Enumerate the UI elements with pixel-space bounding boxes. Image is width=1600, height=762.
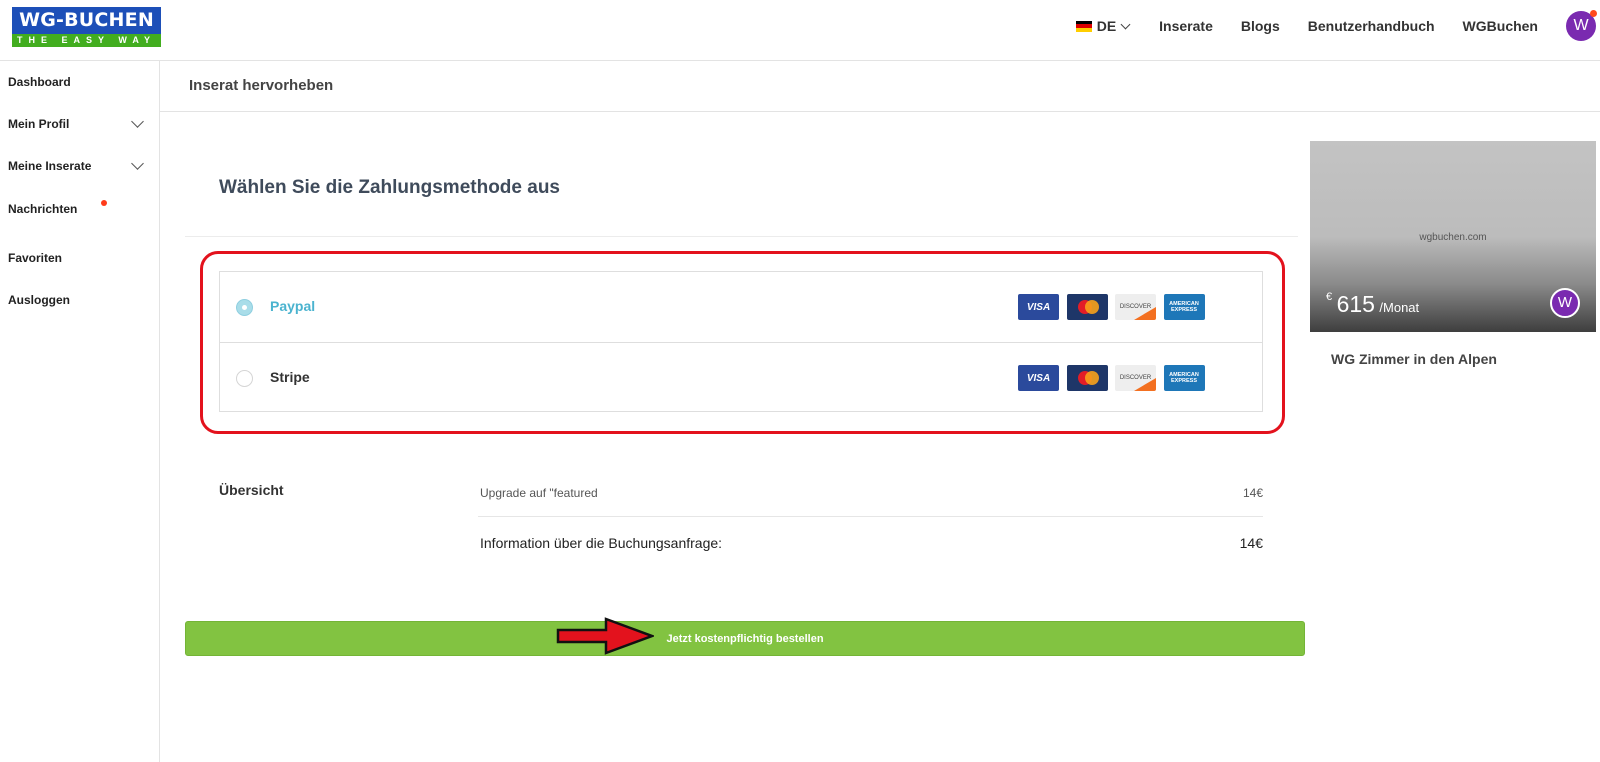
mastercard-icon — [1066, 365, 1108, 391]
page-subheader: Inserat hervorheben — [160, 61, 1600, 112]
user-avatar[interactable]: W — [1566, 10, 1597, 41]
payment-option-label: Stripe — [270, 369, 310, 385]
amex-text: AMERICAN EXPRESS — [1169, 301, 1199, 313]
price-amount: 615 — [1336, 291, 1375, 317]
payment-option-label: Paypal — [270, 298, 316, 314]
sidebar-item-label: Mein Profil — [8, 117, 70, 131]
avatar-letter: W — [1557, 294, 1573, 311]
overview-item-price: 14€ — [1242, 486, 1263, 500]
price-currency: € — [1326, 291, 1333, 303]
nav-link-wgbuchen[interactable]: WGBuchen — [1463, 18, 1538, 34]
sidebar-item-label: Nachrichten — [8, 202, 78, 216]
chevron-down-icon — [1120, 19, 1131, 29]
divider — [478, 516, 1263, 517]
listing-price: € 615 /Monat — [1326, 291, 1419, 318]
sidebar-item-dashboard[interactable]: Dashboard — [8, 75, 144, 89]
sidebar-item-label: Meine Inserate — [8, 159, 92, 173]
discover-icon: DISCOVER — [1115, 365, 1156, 391]
language-code: DE — [1096, 18, 1117, 34]
card-logos: VISA DISCOVER AMERICAN EXPRESS — [1018, 365, 1212, 391]
unread-dot — [101, 200, 107, 206]
visa-text: VISA — [1026, 372, 1051, 384]
amex-icon: AMERICAN EXPRESS — [1163, 365, 1205, 391]
discover-icon: DISCOVER — [1115, 294, 1156, 320]
logo-title: WG-BUCHEN — [12, 7, 161, 34]
red-arrow-annotation-icon — [556, 617, 654, 655]
chevron-down-icon — [131, 115, 144, 128]
chevron-down-icon — [131, 157, 144, 170]
sidebar-item-label: Favoriten — [8, 251, 63, 265]
notification-dot — [1590, 10, 1597, 17]
amex-text: AMERICAN EXPRESS — [1169, 372, 1199, 384]
overview-item-label: Upgrade auf "featured — [480, 486, 598, 500]
payment-section-title: Wählen Sie die Zahlungsmethode aus — [219, 177, 560, 198]
logo-tagline: THE EASY WAY — [12, 34, 161, 47]
overview-total-price: 14€ — [1239, 535, 1263, 551]
card-logos: VISA DISCOVER AMERICAN EXPRESS — [1018, 294, 1212, 320]
language-selector[interactable]: DE — [1075, 18, 1131, 34]
payment-methods: Paypal VISA DISCOVER AMERICAN EXPRESS St… — [219, 271, 1263, 412]
visa-icon: VISA — [1018, 365, 1059, 391]
payment-option-paypal[interactable]: Paypal VISA DISCOVER AMERICAN EXPRESS — [220, 272, 1262, 342]
sidebar-item-label: Ausloggen — [8, 293, 70, 307]
overview-total-label: Information über die Buchungsanfrage: — [480, 535, 723, 551]
nav-link-inserate[interactable]: Inserate — [1159, 18, 1213, 34]
top-navbar: WG-BUCHEN THE EASY WAY DE Inserate Blogs… — [0, 0, 1600, 61]
price-period: /Monat — [1379, 300, 1420, 315]
visa-text: VISA — [1026, 301, 1051, 313]
visa-icon: VISA — [1018, 294, 1059, 320]
mastercard-icon — [1066, 294, 1108, 320]
sidebar-item-favoriten[interactable]: Favoriten — [8, 251, 144, 265]
stripe-radio[interactable] — [236, 370, 253, 387]
site-logo[interactable]: WG-BUCHEN THE EASY WAY — [12, 7, 161, 47]
listing-title[interactable]: WG Zimmer in den Alpen — [1331, 351, 1497, 367]
amex-icon: AMERICAN EXPRESS — [1163, 294, 1205, 320]
image-watermark: wgbuchen.com — [1419, 232, 1487, 243]
main-nav: DE Inserate Blogs Benutzerhandbuch WGBuc… — [1075, 0, 1600, 52]
sidebar-item-nachrichten[interactable]: Nachrichten — [8, 200, 144, 216]
sidebar-item-mein-profil[interactable]: Mein Profil — [8, 115, 144, 131]
listing-image[interactable]: wgbuchen.com € 615 /Monat W — [1310, 141, 1596, 332]
sidebar: Dashboard Mein Profil Meine Inserate Nac… — [0, 61, 160, 762]
overview-title: Übersicht — [219, 482, 284, 498]
paypal-radio[interactable] — [236, 299, 253, 316]
nav-link-blogs[interactable]: Blogs — [1241, 18, 1280, 34]
sidebar-item-label: Dashboard — [8, 75, 71, 89]
sidebar-item-ausloggen[interactable]: Ausloggen — [8, 293, 144, 307]
sidebar-item-meine-inserate[interactable]: Meine Inserate — [8, 157, 144, 173]
nav-link-benutzerhandbuch[interactable]: Benutzerhandbuch — [1308, 18, 1435, 34]
avatar-letter: W — [1573, 17, 1589, 34]
payment-option-stripe[interactable]: Stripe VISA DISCOVER AMERICAN EXPRESS — [220, 342, 1262, 412]
listing-owner-avatar[interactable]: W — [1550, 288, 1580, 318]
order-button[interactable]: Jetzt kostenpflichtig bestellen — [185, 621, 1305, 656]
page-title: Inserat hervorheben — [189, 77, 334, 94]
german-flag-icon — [1075, 20, 1092, 32]
divider — [185, 236, 1298, 237]
